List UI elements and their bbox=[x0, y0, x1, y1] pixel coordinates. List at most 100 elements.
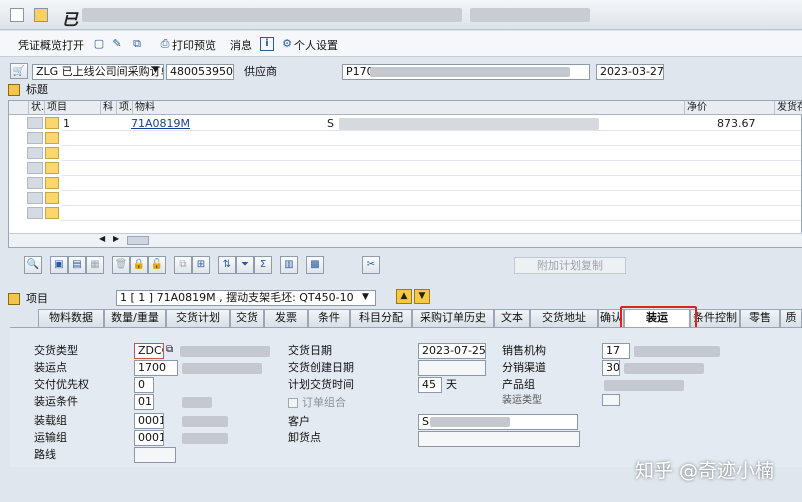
copy-row-button[interactable]: ⧉ bbox=[174, 256, 192, 274]
unlock-button[interactable]: 🔓 bbox=[148, 256, 166, 274]
delivery-priority-field[interactable]: 0 bbox=[134, 377, 154, 393]
col-header-net-price[interactable]: 净价 bbox=[685, 101, 775, 115]
redacted-title-2 bbox=[470, 8, 590, 22]
status-cell[interactable] bbox=[45, 132, 59, 144]
tab-invoice[interactable]: 发票 bbox=[264, 309, 308, 327]
print-preview-button[interactable]: 打印预览 bbox=[172, 37, 216, 53]
tab-material-data[interactable]: 物料数据 bbox=[38, 309, 104, 327]
scroll-thumb[interactable] bbox=[127, 236, 149, 245]
window-menu-icon[interactable] bbox=[10, 8, 24, 22]
row-selector[interactable] bbox=[27, 207, 43, 219]
col-header-material[interactable]: 物料 bbox=[133, 101, 685, 115]
deselect-all-button[interactable]: ▤ bbox=[68, 256, 86, 274]
row-selector[interactable] bbox=[27, 147, 43, 159]
redacted-delivery-type-text bbox=[180, 346, 270, 357]
transport-group-field[interactable]: 0001 bbox=[134, 430, 164, 446]
print-icon[interactable]: ⎙ bbox=[158, 37, 172, 51]
shipping-point-label: 装运点 bbox=[34, 361, 67, 374]
info-icon[interactable]: i bbox=[260, 37, 274, 51]
tab-retail[interactable]: 零售 bbox=[740, 309, 780, 327]
planned-delivery-time-field[interactable]: 45 bbox=[418, 377, 442, 393]
chevron-down-icon[interactable]: ▼ bbox=[152, 65, 159, 75]
document-date-field[interactable]: 2023-03-27 bbox=[596, 64, 664, 80]
tab-condition-control[interactable]: 条件控制 bbox=[690, 309, 740, 327]
row-selector[interactable] bbox=[27, 162, 43, 174]
add-planning-button[interactable]: 附加计划复制 bbox=[514, 257, 626, 274]
select-all-button[interactable]: ▣ bbox=[50, 256, 68, 274]
edit-icon[interactable]: ✎ bbox=[110, 37, 124, 51]
redacted-loading-group-text bbox=[182, 416, 228, 427]
row-selector[interactable] bbox=[27, 117, 43, 129]
new-document-icon[interactable]: ▢ bbox=[92, 37, 106, 51]
tab-po-history[interactable]: 采购订单历史 bbox=[412, 309, 494, 327]
unloading-point-field[interactable] bbox=[418, 431, 580, 447]
export-button[interactable]: ▥ bbox=[280, 256, 298, 274]
filter-icon[interactable]: ⏷ bbox=[236, 256, 254, 274]
tab-quality[interactable]: 质 bbox=[780, 309, 802, 327]
layout-button[interactable]: ▩ bbox=[306, 256, 324, 274]
doc-type-select[interactable]: ZLG 已上线公司间采购订单 bbox=[32, 64, 164, 80]
tab-quantity-weight[interactable]: 数量/重量 bbox=[104, 309, 166, 327]
distribution-channel-field[interactable]: 30 bbox=[602, 360, 620, 376]
planned-delivery-time-label: 计划交货时间 bbox=[288, 378, 354, 391]
row-selector[interactable] bbox=[27, 192, 43, 204]
document-overview-button[interactable]: 凭证概览打开 bbox=[18, 37, 84, 53]
cart-icon[interactable]: 🛒 bbox=[10, 63, 28, 79]
scroll-right-icon[interactable]: ▶ bbox=[113, 234, 119, 243]
settings-icon[interactable]: ⚙ bbox=[280, 37, 294, 51]
chevron-down-icon[interactable]: ▼ bbox=[362, 292, 369, 302]
select-block-button[interactable]: ▦ bbox=[86, 256, 104, 274]
scroll-left-icon[interactable]: ◀ bbox=[99, 234, 105, 243]
tab-delivery-schedule[interactable]: 交货计划 bbox=[166, 309, 230, 327]
item-section-toggle[interactable] bbox=[8, 293, 20, 305]
sum-button[interactable]: Σ bbox=[254, 256, 272, 274]
delivery-type-field[interactable]: ZDCC bbox=[134, 343, 164, 359]
lock-button[interactable]: 🔒 bbox=[130, 256, 148, 274]
status-cell[interactable] bbox=[45, 147, 59, 159]
messages-button[interactable]: 消息 bbox=[230, 37, 252, 53]
tab-conditions[interactable]: 条件 bbox=[308, 309, 350, 327]
delete-button[interactable]: 🗑 bbox=[112, 256, 130, 274]
previous-item-button[interactable]: ▲ bbox=[396, 289, 412, 304]
shipping-conditions-field[interactable]: 01 bbox=[134, 394, 154, 410]
sales-org-field[interactable]: 17 bbox=[602, 343, 630, 359]
status-cell[interactable] bbox=[45, 207, 59, 219]
status-cell[interactable] bbox=[45, 117, 59, 129]
col-header-status[interactable]: 状. bbox=[29, 101, 45, 115]
tab-delivery-address[interactable]: 交货地址 bbox=[530, 309, 598, 327]
value-help-icon[interactable]: ⧉ bbox=[166, 344, 173, 355]
status-cell[interactable] bbox=[45, 192, 59, 204]
row-selector[interactable] bbox=[27, 132, 43, 144]
delivery-creation-date-field[interactable] bbox=[418, 360, 486, 376]
copy-icon[interactable]: ⧉ bbox=[130, 37, 144, 51]
row-material-link[interactable]: 71A0819M bbox=[131, 117, 190, 130]
tab-texts[interactable]: 文本 bbox=[494, 309, 530, 327]
shipping-point-field[interactable]: 1700 bbox=[134, 360, 178, 376]
shipping-type-field[interactable] bbox=[602, 394, 620, 406]
delivery-date-field[interactable]: 2023-07-25 bbox=[418, 343, 486, 359]
sort-button[interactable]: ⇅ bbox=[218, 256, 236, 274]
tools-button[interactable]: ✂ bbox=[362, 256, 380, 274]
grid-select-all-icon[interactable] bbox=[9, 101, 29, 115]
col-header-account[interactable]: 科 bbox=[101, 101, 117, 115]
po-number-field[interactable]: 4800539504 bbox=[166, 64, 234, 80]
col-header-item[interactable]: 项目 bbox=[45, 101, 101, 115]
col-header-item-cat[interactable]: 项. bbox=[117, 101, 133, 115]
personal-settings-button[interactable]: 个人设置 bbox=[294, 37, 338, 53]
row-selector[interactable] bbox=[27, 177, 43, 189]
grid-horizontal-scrollbar[interactable]: ◀ ▶ bbox=[9, 233, 802, 247]
col-header-storage[interactable]: 发货存储 bbox=[775, 101, 802, 115]
order-combination-checkbox[interactable] bbox=[288, 398, 298, 408]
insert-row-button[interactable]: ⊞ bbox=[192, 256, 210, 274]
route-field[interactable] bbox=[134, 447, 176, 463]
header-section-toggle[interactable] bbox=[8, 84, 20, 96]
item-select[interactable]: 1 [ 1 ] 71A0819M , 摆动支架毛坯: QT450-10 bbox=[116, 290, 376, 306]
details-button[interactable]: 🔍 bbox=[24, 256, 42, 274]
loading-group-field[interactable]: 0001 bbox=[134, 413, 164, 429]
status-cell[interactable] bbox=[45, 177, 59, 189]
status-cell[interactable] bbox=[45, 162, 59, 174]
favorites-icon[interactable] bbox=[34, 8, 48, 22]
tab-account-assignment[interactable]: 科目分配 bbox=[350, 309, 412, 327]
next-item-button[interactable]: ▼ bbox=[414, 289, 430, 304]
tab-delivery[interactable]: 交货 bbox=[230, 309, 264, 327]
